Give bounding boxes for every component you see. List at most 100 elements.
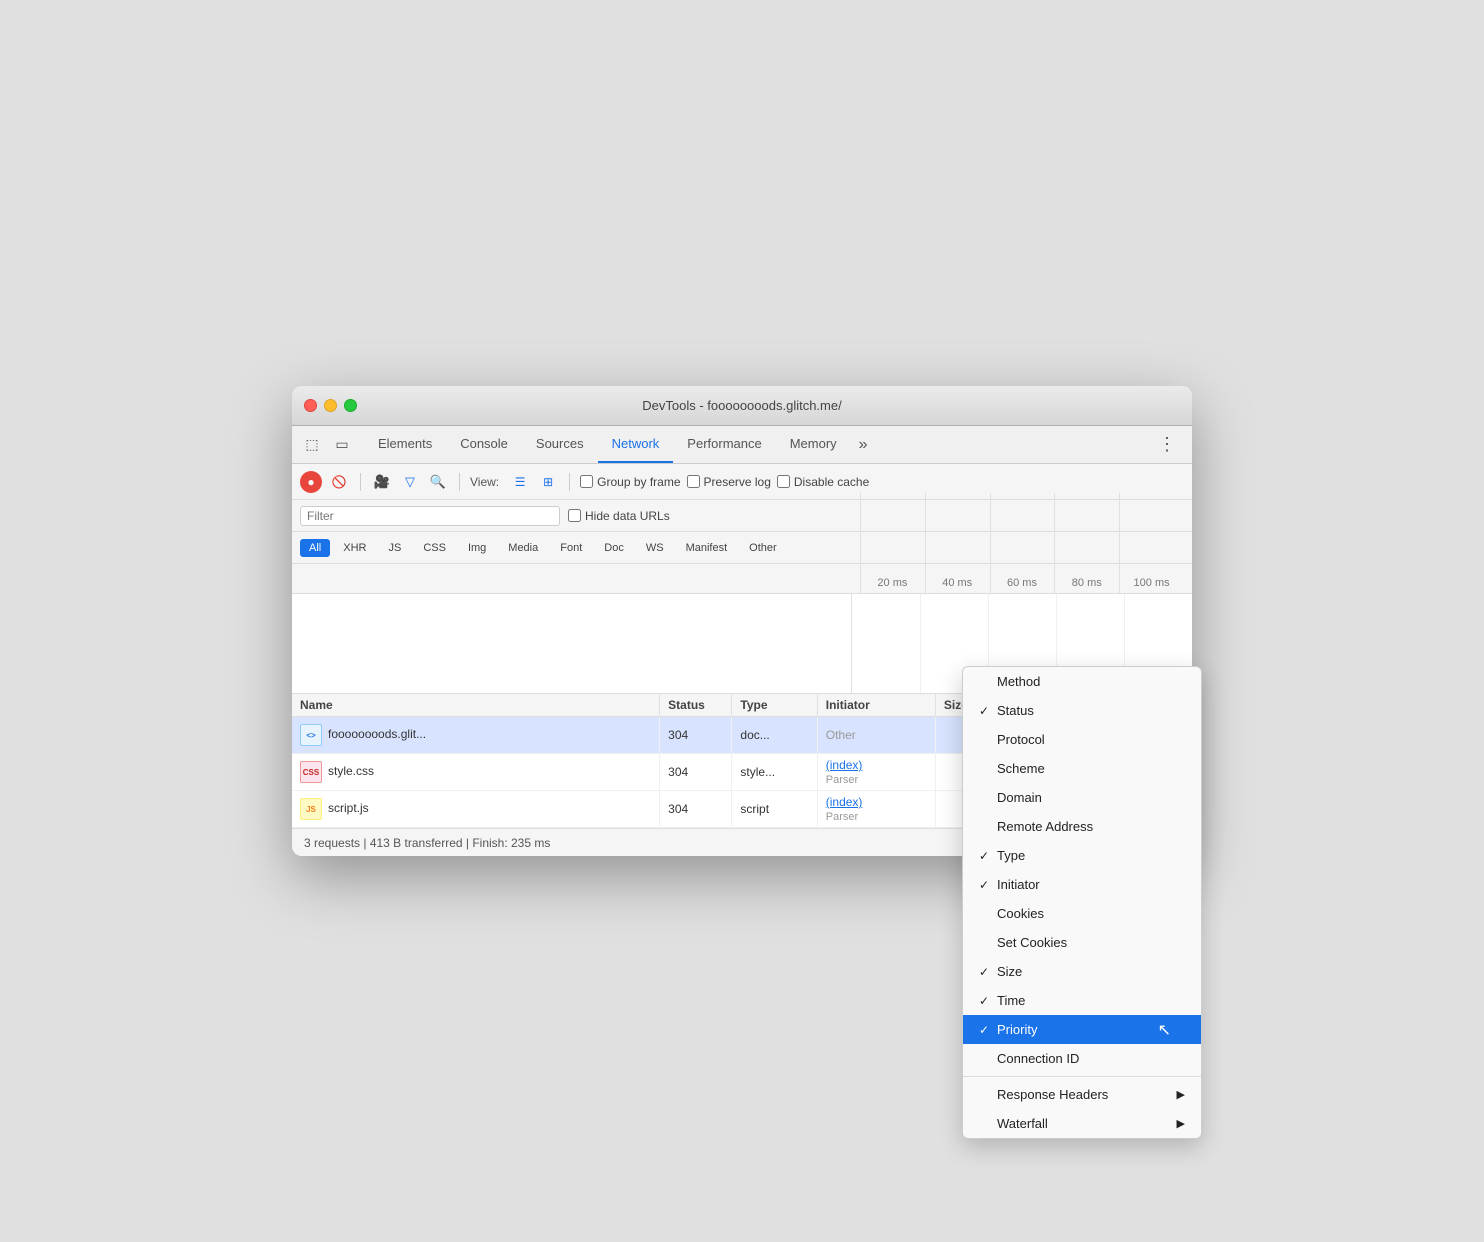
tick-60ms: 60 ms [990,577,1055,589]
menu-item-label: Time [997,993,1185,1008]
menu-item-cookies[interactable]: Cookies [963,899,1201,928]
tick-100ms: 100 ms [1119,577,1184,589]
menu-item-label: Remote Address [997,819,1185,834]
tab-console[interactable]: Console [446,426,522,463]
type-pill-js[interactable]: JS [379,539,410,557]
disable-cache-checkbox[interactable] [777,475,790,488]
type-pill-all[interactable]: All [300,539,330,557]
js-file-icon: JS [300,798,322,820]
menu-item-size[interactable]: ✓Size [963,957,1201,986]
menu-item-set-cookies[interactable]: Set Cookies [963,928,1201,957]
record-button[interactable]: ● [300,471,322,493]
cell-status: 304 [660,754,732,791]
menu-item-label: Protocol [997,732,1185,747]
menu-check-icon: ✓ [979,1023,997,1037]
submenu-arrow-icon: ▶ [1177,1088,1185,1101]
menu-item-time[interactable]: ✓Time [963,986,1201,1015]
menu-item-protocol[interactable]: Protocol [963,725,1201,754]
tab-performance[interactable]: Performance [673,426,775,463]
menu-check-icon: ✓ [979,994,997,1008]
menu-item-status[interactable]: ✓Status [963,696,1201,725]
devtools-tab-bar: ⬚ ▭ Elements Console Sources Network Per… [292,426,1192,464]
preserve-log-checkbox[interactable] [687,475,700,488]
clear-button[interactable]: 🚫 [328,471,350,493]
html-file-icon: <> [300,724,322,746]
col-header-status[interactable]: Status [660,694,732,717]
tree-view-button[interactable]: ⊞ [537,471,559,493]
menu-item-scheme[interactable]: Scheme [963,754,1201,783]
toolbar-divider-2 [459,473,460,491]
menu-item-type[interactable]: ✓Type [963,841,1201,870]
menu-item-connection-id[interactable]: Connection ID [963,1044,1201,1073]
menu-item-label: Type [997,848,1185,863]
type-filter-bar: All XHR JS CSS Img Media Font Doc WS Man… [292,532,1192,564]
toolbar-divider-3 [569,473,570,491]
traffic-lights [304,399,357,412]
toolbar-divider-1 [360,473,361,491]
cell-type: doc... [732,717,817,754]
menu-item-domain[interactable]: Domain [963,783,1201,812]
type-pill-other[interactable]: Other [740,539,786,557]
filter-input[interactable] [307,509,553,523]
col-header-type[interactable]: Type [732,694,817,717]
type-pill-css[interactable]: CSS [414,539,455,557]
menu-item-remote-address[interactable]: Remote Address [963,812,1201,841]
device-icon[interactable]: ▭ [330,433,354,457]
hide-data-urls-checkbox[interactable] [568,509,581,522]
tick-80ms: 80 ms [1054,577,1119,589]
tab-sources[interactable]: Sources [522,426,598,463]
menu-item-label: Initiator [997,877,1185,892]
menu-check-icon: ✓ [979,849,997,863]
cell-status: 304 [660,717,732,754]
search-button[interactable]: 🔍 [427,471,449,493]
cursor-icon[interactable]: ⬚ [300,433,324,457]
menu-item-priority[interactable]: ✓Priority↖ [963,1015,1201,1044]
hide-data-urls-label[interactable]: Hide data URLs [568,509,670,523]
cell-name: JSscript.js [292,791,660,828]
maximize-button[interactable] [344,399,357,412]
list-view-button[interactable]: ☰ [509,471,531,493]
waterfall-timeline: 20 ms 40 ms 60 ms 80 ms 100 ms [852,577,1192,589]
group-by-frame-checkbox[interactable] [580,475,593,488]
menu-item-label: Connection ID [997,1051,1185,1066]
minimize-button[interactable] [324,399,337,412]
type-pill-img[interactable]: Img [459,539,495,557]
filter-input-wrapper [300,506,560,526]
menu-item-label: Cookies [997,906,1185,921]
tab-network[interactable]: Network [598,426,674,463]
menu-item-initiator[interactable]: ✓Initiator [963,870,1201,899]
title-bar: DevTools - foooooooods.glitch.me/ [292,386,1192,426]
cursor-pointer-icon: ↖ [1158,1020,1171,1040]
filter-button[interactable]: ▽ [399,471,421,493]
menu-item-method[interactable]: Method [963,667,1201,696]
type-pill-doc[interactable]: Doc [595,539,633,557]
tab-memory[interactable]: Memory [776,426,851,463]
menu-item-label: Domain [997,790,1185,805]
group-by-frame-label[interactable]: Group by frame [580,475,680,489]
cell-initiator: (index)Parser [817,754,935,791]
menu-check-icon: ✓ [979,878,997,892]
tab-more-button[interactable]: » [851,436,876,454]
menu-item-waterfall[interactable]: Waterfall▶ [963,1109,1201,1138]
col-header-initiator[interactable]: Initiator [817,694,935,717]
tick-20ms: 20 ms [860,577,925,589]
col-header-name[interactable]: Name [292,694,660,717]
menu-item-response-headers[interactable]: Response Headers▶ [963,1080,1201,1109]
camera-button[interactable]: 🎥 [371,471,393,493]
menu-check-icon: ✓ [979,965,997,979]
type-pill-manifest[interactable]: Manifest [677,539,737,557]
tab-elements[interactable]: Elements [364,426,446,463]
cell-type: script [732,791,817,828]
type-pill-ws[interactable]: WS [637,539,673,557]
menu-item-label: Waterfall [997,1116,1177,1131]
cell-name: CSSstyle.css [292,754,660,791]
close-button[interactable] [304,399,317,412]
type-pill-xhr[interactable]: XHR [334,539,375,557]
preserve-log-label[interactable]: Preserve log [687,475,771,489]
tab-icon-group: ⬚ ▭ [300,433,354,457]
cell-name: <>foooooooods.glit... [292,717,660,754]
type-pill-font[interactable]: Font [551,539,591,557]
type-pill-media[interactable]: Media [499,539,547,557]
disable-cache-label[interactable]: Disable cache [777,475,869,489]
devtools-menu-button[interactable]: ⋮ [1150,434,1184,455]
